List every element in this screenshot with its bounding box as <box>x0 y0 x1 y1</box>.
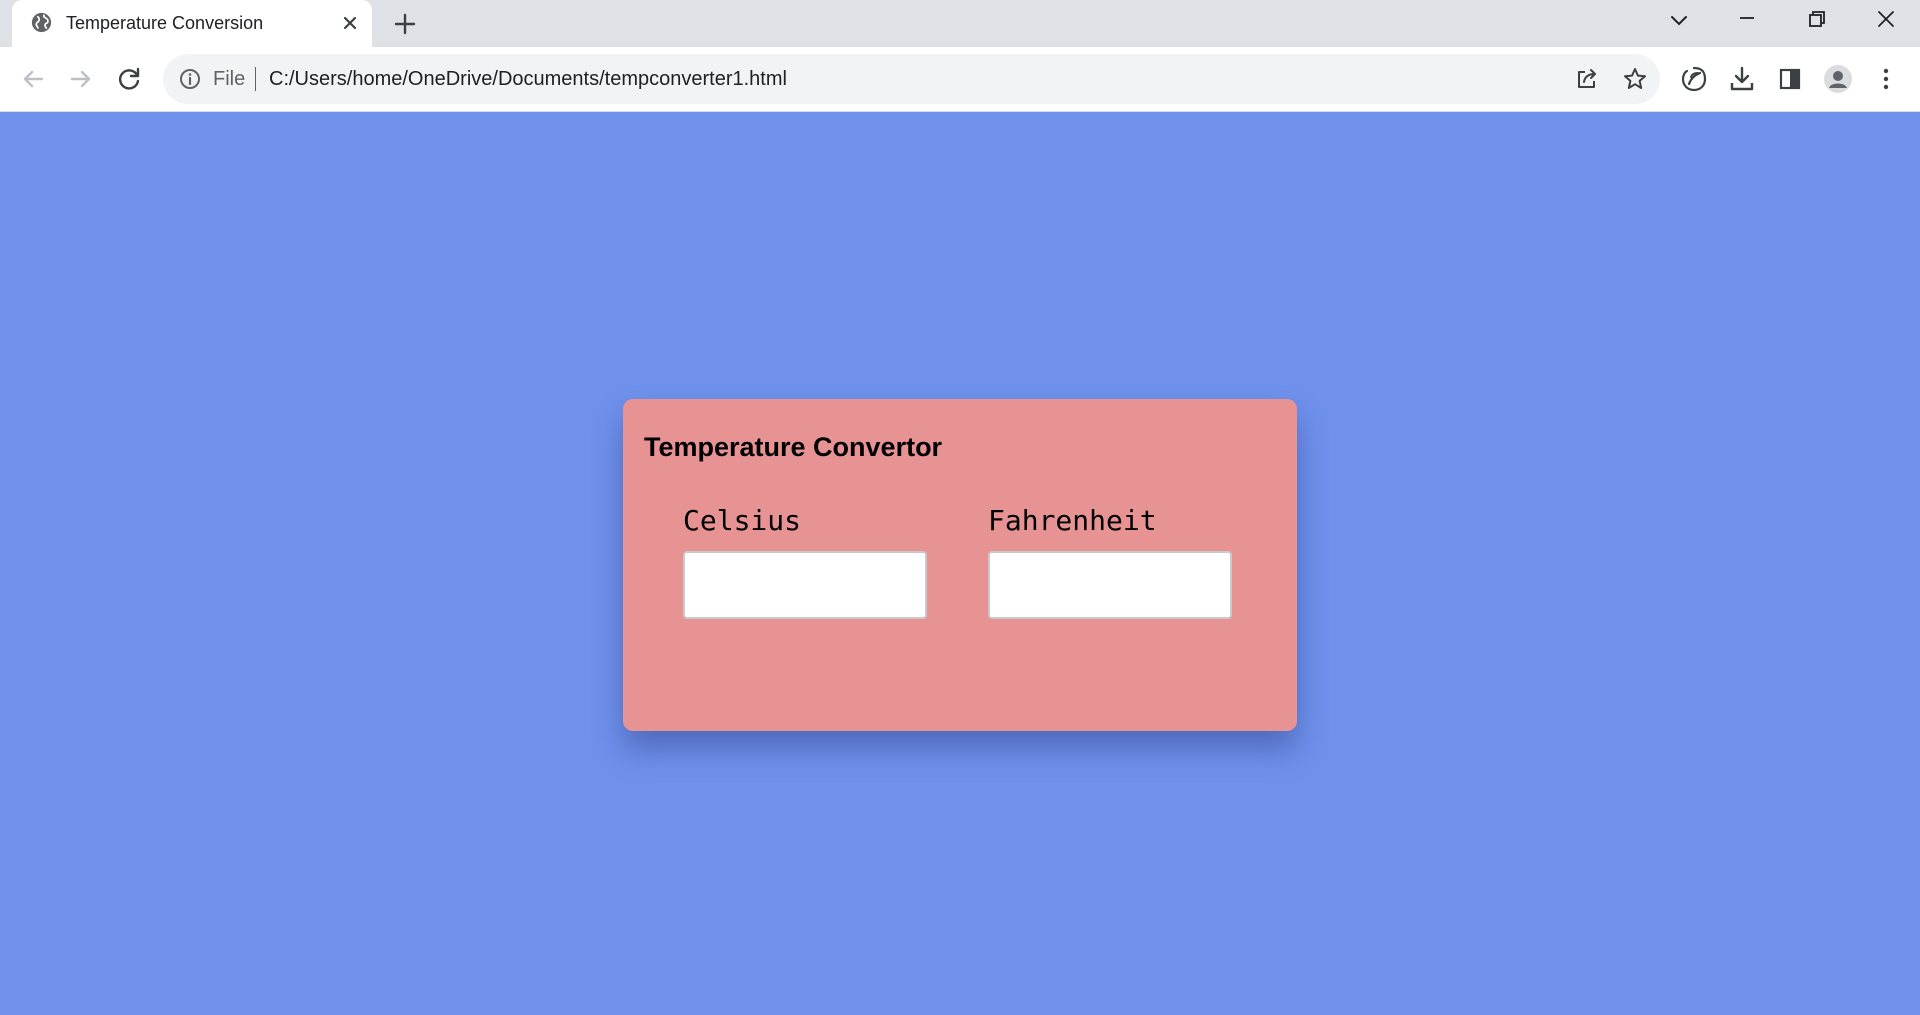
browser-window: Temperature Conversion File C:/Users/hom… <box>0 0 1920 1015</box>
arrow-right-icon[interactable] <box>65 63 97 95</box>
celsius-label: Celsius <box>683 504 802 537</box>
avatar-icon[interactable] <box>1822 63 1854 95</box>
minimize-icon[interactable] <box>1727 4 1767 38</box>
star-icon[interactable] <box>1622 66 1648 92</box>
converter-card: Temperature Convertor Celsius Fahrenheit <box>623 399 1297 731</box>
close-icon[interactable] <box>1866 4 1906 38</box>
globe-icon <box>31 12 52 33</box>
close-icon[interactable] <box>339 12 361 34</box>
info-icon[interactable] <box>178 67 202 91</box>
restore-icon[interactable] <box>1796 4 1836 38</box>
side-panel-icon[interactable] <box>1774 63 1806 95</box>
page-title: Temperature Convertor <box>644 432 943 462</box>
plus-icon[interactable] <box>391 10 419 38</box>
chevron-down-icon[interactable] <box>1659 4 1699 38</box>
scheme-label: File <box>213 68 246 90</box>
celsius-input[interactable] <box>683 551 927 619</box>
arrow-left-icon[interactable] <box>17 63 49 95</box>
divider <box>255 67 256 91</box>
tab-temperature-conversion[interactable]: Temperature Conversion <box>12 0 372 47</box>
kebab-menu-icon[interactable] <box>1870 63 1902 95</box>
reload-icon[interactable] <box>113 63 145 95</box>
browser-toolbar: File C:/Users/home/OneDrive/Documents/te… <box>0 47 1920 112</box>
fahrenheit-label: Fahrenheit <box>988 504 1157 537</box>
address-bar[interactable]: File C:/Users/home/OneDrive/Documents/te… <box>163 54 1660 104</box>
fahrenheit-input[interactable] <box>988 551 1232 619</box>
download-icon[interactable] <box>1726 63 1758 95</box>
tab-title: Temperature Conversion <box>66 13 264 33</box>
leaf-icon[interactable] <box>1678 63 1710 95</box>
url-text[interactable]: C:/Users/home/OneDrive/Documents/tempcon… <box>269 67 787 91</box>
tab-strip: Temperature Conversion <box>0 0 1920 47</box>
share-icon[interactable] <box>1574 66 1600 92</box>
